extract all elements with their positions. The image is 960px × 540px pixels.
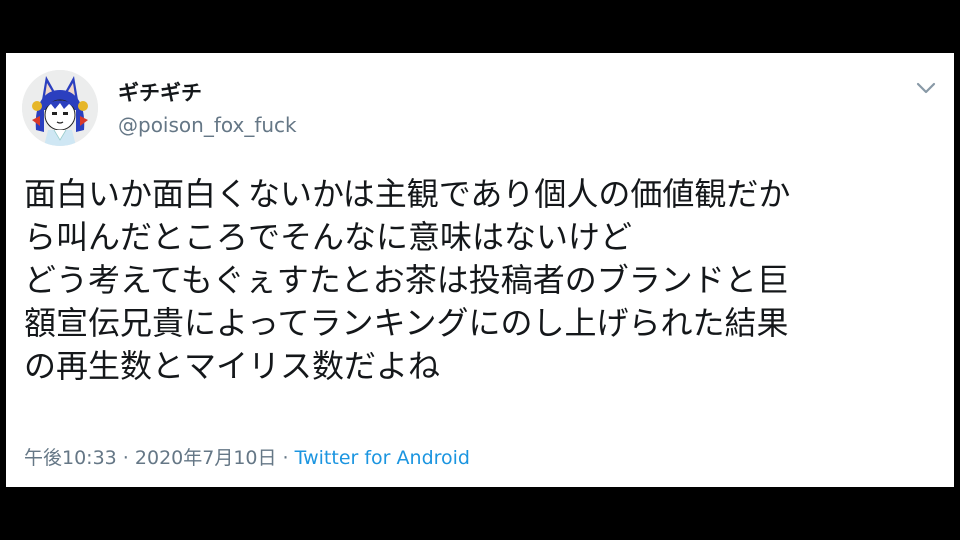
tweet-card: ギチギチ @poison_fox_fuck 面白いか面白くないかは主観であり個人… <box>6 53 954 487</box>
meta-separator: · <box>116 447 135 469</box>
user-handle[interactable]: @poison_fox_fuck <box>118 112 297 138</box>
fox-girl-avatar-icon <box>22 70 98 146</box>
tweet-text-line: の再生数とマイリス数だよね <box>24 347 441 385</box>
video-frame: ギチギチ @poison_fox_fuck 面白いか面白くないかは主観であり個人… <box>0 0 960 540</box>
tweet-text-line: 額宣伝兄貴によってランキングにのし上げられた結果 <box>24 304 789 342</box>
tweet-source-link[interactable]: Twitter for Android <box>295 447 470 469</box>
more-options-button[interactable] <box>914 79 938 97</box>
tweet-text-line: どう考えてもぐぇすたとお茶は投稿者のブランドと巨 <box>24 261 789 299</box>
tweet-text-line: 面白いか面白くないかは主観であり個人の価値観だか <box>24 175 791 213</box>
meta-separator: · <box>276 447 295 469</box>
tweet-date[interactable]: 2020年7月10日 <box>135 447 277 469</box>
tweet-text-line: ら叫んだところでそんなに意味はないけど <box>24 218 633 256</box>
tweet-time[interactable]: 午後10:33 <box>24 447 117 469</box>
avatar[interactable] <box>22 70 98 146</box>
display-name[interactable]: ギチギチ <box>118 80 202 106</box>
chevron-down-icon <box>916 82 936 94</box>
tweet-text: 面白いか面白くないかは主観であり個人の価値観だか ら叫んだところでそんなに意味は… <box>24 173 934 388</box>
tweet-metadata: 午後10:33 · 2020年7月10日 · Twitter for Andro… <box>24 446 470 470</box>
